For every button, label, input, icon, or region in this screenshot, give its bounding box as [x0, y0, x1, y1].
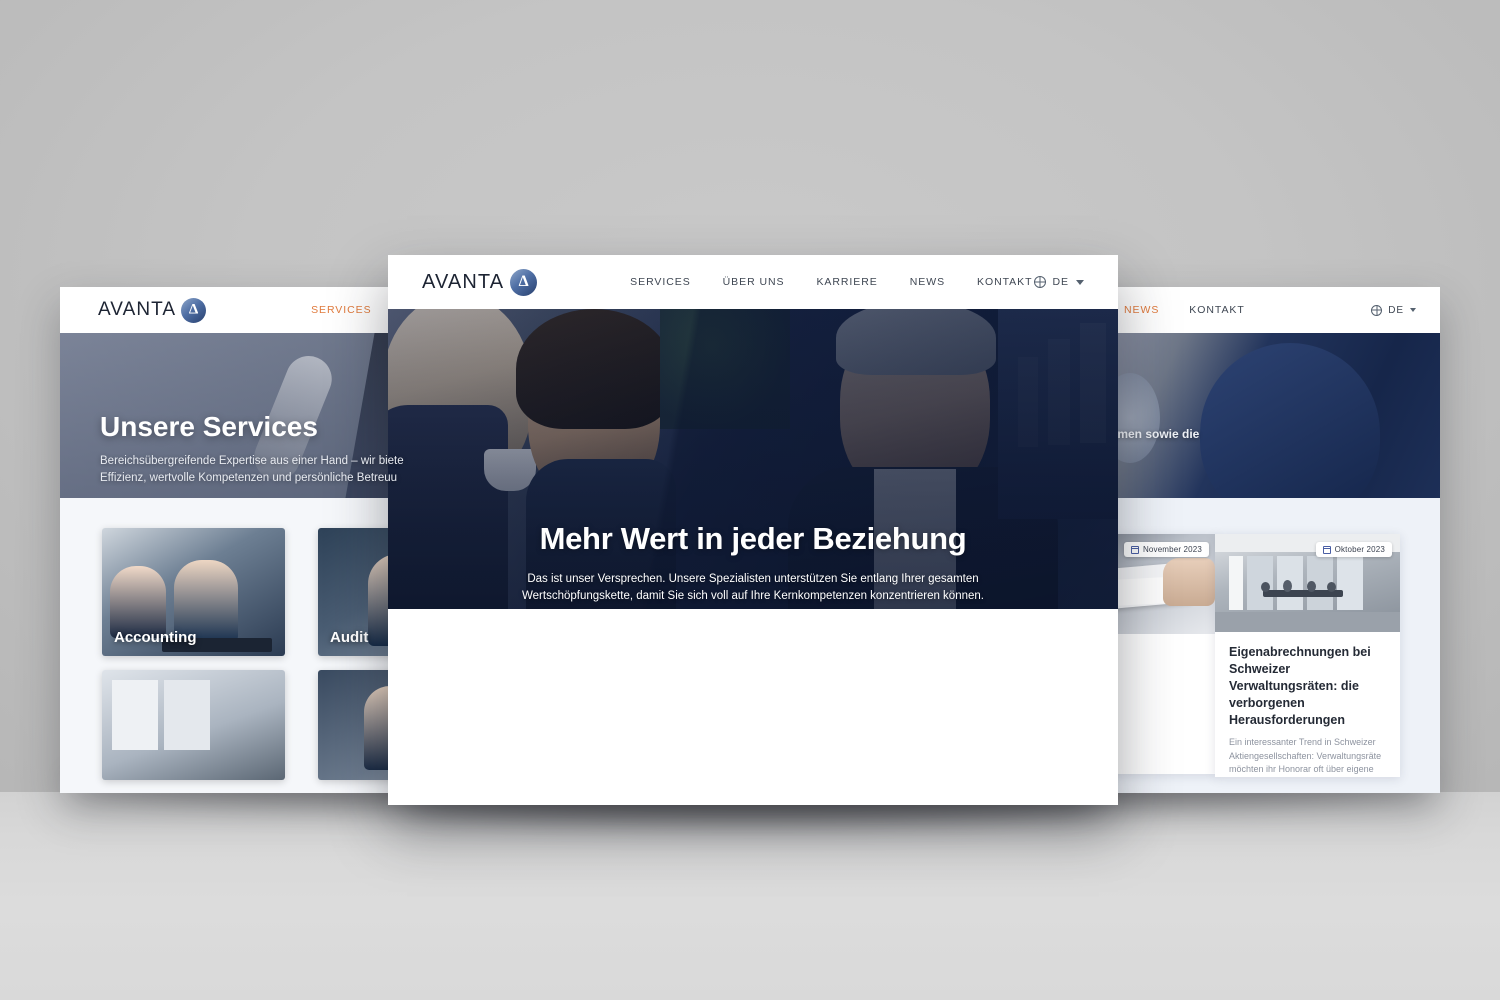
brand-wordmark: AVANTA [422, 270, 505, 293]
news-date-chip: Oktober 2023 [1315, 542, 1392, 557]
brand-wordmark: AVANTA [98, 299, 177, 320]
service-tile-extra-1[interactable] [102, 670, 285, 780]
front-page-logo[interactable]: AVANTA Δ [422, 268, 538, 296]
news-card-title-line-3: weiz 2024 [1110, 680, 1203, 697]
brand-logo-icon: Δ [181, 297, 207, 323]
news-card-text-line-1: dass sowohl [1110, 705, 1203, 719]
nav-item-ueber-uns[interactable]: ÜBER UNS [723, 276, 785, 288]
news-date-label: Oktober 2023 [1334, 545, 1385, 554]
chevron-down-icon [1410, 308, 1416, 312]
floor-surface [0, 792, 1500, 1000]
hero-title: Mehr Wert in jeder Beziehung [539, 521, 967, 556]
right-hero-text-fragment: nmen sowie die [1110, 427, 1200, 441]
front-page-topbar: AVANTA Δ SERVICES ÜBER UNS KARRIERE NEWS… [388, 255, 1118, 309]
background-page-news[interactable]: NEWS KONTAKT DE nmen sowie die November … [1110, 287, 1440, 793]
language-code: DE [1052, 276, 1069, 288]
globe-icon [1033, 276, 1046, 288]
right-nav-item-news[interactable]: NEWS [1124, 304, 1159, 316]
globe-icon [1371, 304, 1383, 316]
news-card-title-line-1: zählen zu [1110, 646, 1203, 663]
news-card-body: Eigenabrechnungen bei Schweizer Verwaltu… [1215, 632, 1400, 777]
foreground-page-home[interactable]: AVANTA Δ SERVICES ÜBER UNS KARRIERE NEWS… [388, 255, 1118, 805]
news-date-chip: November 2023 [1123, 542, 1209, 557]
right-language-selector[interactable]: DE [1371, 304, 1416, 316]
service-tile-label: Audit [330, 629, 369, 646]
news-card-clipped[interactable]: November 2023 zählen zu rten und - weiz … [1110, 534, 1217, 774]
front-page-nav[interactable]: SERVICES ÜBER UNS KARRIERE NEWS KONTAKT [630, 276, 1032, 288]
hero-content: Mehr Wert in jeder Beziehung Das ist uns… [388, 309, 1118, 609]
news-card-verwaltungsraete[interactable]: Oktober 2023 Eigenabrechnungen bei Schwe… [1215, 534, 1400, 777]
news-card-title: Eigenabrechnungen bei Schweizer Verwaltu… [1229, 645, 1371, 727]
news-card-text-line-2: u den... [1110, 722, 1203, 736]
news-card-image: Oktober 2023 [1215, 534, 1400, 632]
right-page-nav[interactable]: NEWS KONTAKT [1124, 304, 1245, 316]
left-hero-subtitle-line2: Effizienz, wertvolle Kompetenzen und per… [100, 472, 398, 485]
chevron-down-icon [1076, 279, 1084, 285]
right-page-topbar: NEWS KONTAKT DE [1110, 287, 1440, 333]
language-selector[interactable]: DE [1033, 276, 1084, 288]
news-date-label: November 2023 [1142, 545, 1202, 554]
right-page-hero: nmen sowie die [1110, 333, 1440, 498]
calendar-icon [1130, 545, 1139, 554]
nav-item-kontakt[interactable]: KONTAKT [977, 276, 1032, 288]
language-code: DE [1388, 304, 1404, 316]
news-card-image: November 2023 [1110, 534, 1217, 634]
nav-item-karriere[interactable]: KARRIERE [816, 276, 877, 288]
calendar-icon [1322, 545, 1331, 554]
nav-item-services[interactable]: SERVICES [630, 276, 690, 288]
service-tile-label: Accounting [114, 629, 197, 646]
nav-item-news[interactable]: NEWS [910, 276, 945, 288]
news-card-body: zählen zu rten und - weiz 2024 dass sowo… [1110, 634, 1217, 750]
service-tile-accounting[interactable]: Accounting [102, 528, 285, 656]
brand-logo-icon: Δ [510, 268, 538, 296]
right-nav-item-kontakt[interactable]: KONTAKT [1189, 304, 1244, 316]
left-hero-subtitle-line1: Bereichsübergreifende Expertise aus eine… [100, 455, 404, 467]
news-card-title-line-2: rten und - [1110, 663, 1203, 680]
left-page-logo[interactable]: AVANTA Δ [98, 297, 207, 323]
news-card-excerpt: Ein interessanter Trend in Schweizer Akt… [1229, 737, 1382, 775]
front-page-hero: Mehr Wert in jeder Beziehung Das ist uns… [388, 309, 1118, 609]
left-hero-title: Unsere Services [100, 411, 318, 442]
left-nav-item-services[interactable]: SERVICES [311, 304, 371, 316]
hero-subtitle: Das ist unser Versprechen. Unsere Spezia… [522, 573, 984, 602]
right-page-news-section: November 2023 zählen zu rten und - weiz … [1110, 498, 1440, 793]
